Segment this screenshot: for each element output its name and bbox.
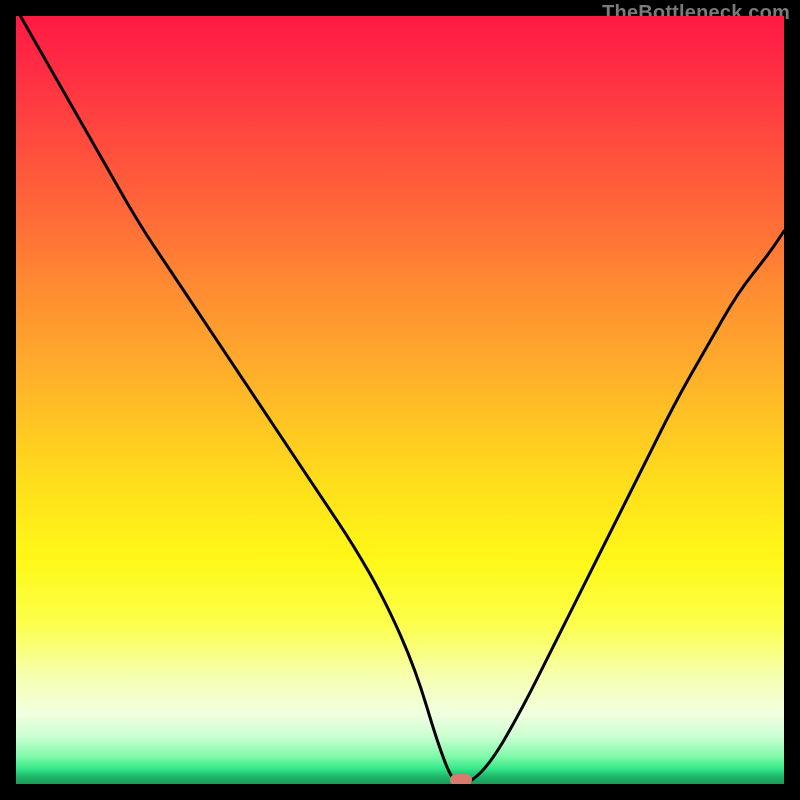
curve-path <box>16 16 784 784</box>
plot-area <box>16 16 784 784</box>
chart-stage: TheBottleneck.com <box>0 0 800 800</box>
optimal-marker <box>450 774 472 784</box>
bottleneck-curve <box>16 16 784 784</box>
